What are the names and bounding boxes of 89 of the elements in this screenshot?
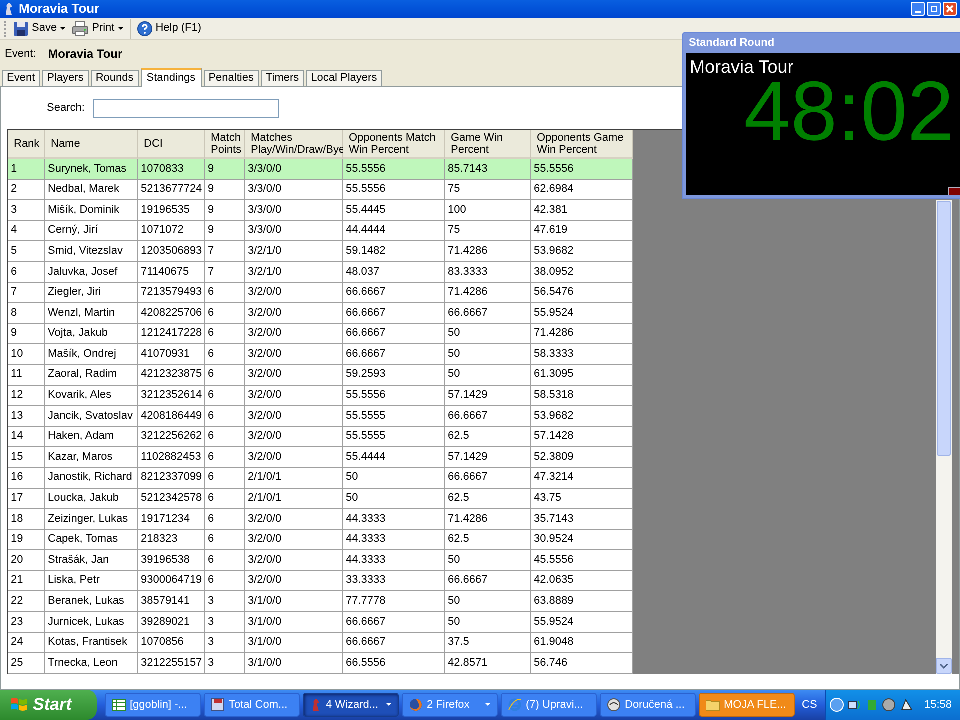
globe-icon [508,698,522,712]
table-row[interactable]: 17 Loucka, Jakub 5212342578 6 2/1/0/1 50 62.5 43.75 [8,488,633,510]
table-row[interactable]: 22 Beranek, Lukas 38579141 3 3/1/0/0 77.7778 50 63.8889 [8,591,633,612]
table-cell: Trnecka, Leon [45,653,138,674]
table-row[interactable]: 25 Trnecka, Leon 3212255157 3 3/1/0/0 66.5556 42.8571 56.746 [8,653,633,674]
event-label: Event: [5,46,36,62]
knight-icon [3,2,15,16]
mail-icon [607,698,621,712]
knight-icon [310,698,322,712]
table-row[interactable]: 1 Surynek, Tomas 1070833 9 3/3/0/0 55.5556 85.7143 55.5556 [8,159,633,180]
floppy-icon [13,20,29,36]
table-row[interactable]: 14 Haken, Adam 3212256262 6 3/2/0/0 55.5555 62.5 57.1428 [8,426,633,448]
table-cell: 3 [205,653,245,674]
tab[interactable]: Players [42,70,89,86]
column-header[interactable]: Opponents Game Win Percent [531,130,633,159]
restore-button[interactable] [927,2,941,16]
globe-icon [409,698,423,712]
column-header[interactable]: DCI [138,130,205,159]
table-cell: 42.8571 [445,653,531,674]
table-row[interactable]: 7 Ziegler, Jiri 7213579493 6 3/2/0/0 66.6667 71.4286 56.5476 [8,282,633,304]
toolbar-grip[interactable] [4,20,7,36]
search-field[interactable] [92,98,279,118]
table-row[interactable]: 10 Mašík, Ondrej 41070931 6 3/2/0/0 66.6667 50 58.3333 [8,344,633,365]
table-row[interactable]: 24 Kotas, Frantisek 1070856 3 3/1/0/0 66.6667 37.5 61.9048 [8,632,633,654]
spreadsheet-icon [112,699,126,711]
timer-countdown: 48:02 [744,79,954,143]
timer-event-name: Moravia Tour [690,56,794,79]
floppy-icon [211,698,225,712]
table-row[interactable]: 2 Nedbal, Marek 5213677724 9 3/3/0/0 55.5556 75 62.6984 [8,180,633,200]
column-header[interactable]: Match Points [205,130,245,159]
network-icon[interactable] [848,698,862,712]
table-row[interactable]: 4 Cerný, Jirí 1071072 9 3/3/0/0 44.4444 75 47.619 [8,220,633,242]
event-name: Moravia Tour [48,46,123,63]
table-row[interactable]: 13 Jancik, Svatoslav 4208186449 6 3/2/0/0 55.5555 66.6667 53.9682 [8,406,633,427]
scroll-thumb[interactable] [937,201,951,456]
taskbar-button[interactable]: Total Com... [204,693,300,717]
vertical-scrollbar[interactable] [936,200,952,674]
tab[interactable]: Timers [260,70,304,86]
table-row[interactable]: 21 Liska, Petr 9300064719 6 3/2/0/0 33.3333 66.6667 42.0635 [8,570,633,592]
table-cell: 3/1/0/0 [245,653,343,674]
table-cell: 66.5556 [343,653,445,674]
tab[interactable]: Rounds [90,70,139,86]
table-cell: 3212255157 [138,653,205,674]
window-title: Moravia Tour [19,0,100,18]
taskbar-button[interactable]: 2 Firefox [402,693,498,717]
tab[interactable]: Event [2,70,40,86]
table-row[interactable]: 18 Zeizinger, Lukas 19171234 6 3/2/0/0 44.3333 71.4286 35.7143 [8,509,633,530]
help-button[interactable]: Help (F1) [130,18,202,38]
table-row[interactable]: 15 Kazar, Maros 1102882453 6 3/2/0/0 55.4444 57.1429 52.3809 [8,447,633,468]
taskbar-button[interactable]: (7) Upravi... [501,693,597,717]
table-row[interactable]: 6 Jaluvka, Josef 71140675 7 3/2/1/0 48.037 83.3333 38.0952 [8,262,633,283]
tab[interactable]: Penalties [204,70,259,86]
expand-tray-icon[interactable] [830,698,844,712]
clock: 15:58 [924,698,952,713]
taskbar-button[interactable]: Doručená ... [600,693,696,717]
table-cell: 25 [8,653,45,674]
search-label: Search: [47,100,85,116]
table-row[interactable]: 19 Capek, Tomas 218323 6 3/2/0/0 44.3333 62.5 30.9524 [8,530,633,550]
table-row[interactable]: 11 Zaoral, Radim 4212323875 6 3/2/0/0 59.2593 50 61.3095 [8,364,633,386]
language-indicator[interactable]: CS [802,696,818,714]
table-row[interactable]: 20 Strašák, Jan 39196538 6 3/2/0/0 44.3333 50 45.5556 [8,550,633,571]
tab[interactable]: Standings [140,68,202,87]
close-button[interactable] [943,2,957,16]
table-row[interactable]: 5 Smid, Vitezslav 1203506893 7 3/2/1/0 59.1482 71.4286 53.9682 [8,241,633,262]
windows-logo-icon [10,697,28,713]
print-button[interactable]: Print [72,18,124,38]
timer-window-title: Standard Round [689,36,775,51]
folder-icon [706,699,720,711]
taskbar-button[interactable]: 4 Wizard... [303,693,399,717]
taskbar-button[interactable]: [ggoblin] -... [105,693,201,717]
column-header[interactable]: Name [45,130,138,159]
tab[interactable]: Local Players [306,70,382,86]
table-row[interactable]: 12 Kovarik, Ales 3212352614 6 3/2/0/0 55.5556 57.1429 58.5318 [8,386,633,406]
column-header[interactable]: Opponents Match Win Percent [343,130,445,159]
minimize-button[interactable] [911,2,925,16]
table-row[interactable]: 9 Vojta, Jakub 1212417228 6 3/2/0/0 66.6667 50 71.4286 [8,324,633,344]
table-row[interactable]: 8 Wenzl, Martin 4208225706 6 3/2/0/0 66.6667 66.6667 55.9524 [8,303,633,324]
help-icon [136,20,153,36]
column-header[interactable]: Rank [8,130,45,159]
tray-app-icon[interactable] [900,698,914,712]
table-row[interactable]: 23 Jurnicek, Lukas 39289021 3 3/1/0/0 66.6667 50 55.9524 [8,612,633,633]
table-row[interactable]: 3 Mišík, Dominik 19196535 9 3/3/0/0 55.4445 100 42.381 [8,200,633,221]
table-cell: 56.746 [531,653,633,674]
scroll-down-button[interactable] [936,658,952,674]
column-header[interactable]: Game Win Percent [445,130,531,159]
table-row[interactable]: 16 Janostik, Richard 8212337099 6 2/1/0/1 50 66.6667 47.3214 [8,468,633,488]
save-button[interactable]: Save [13,18,66,38]
printer-icon [72,20,90,36]
column-header[interactable]: Matches Play/Win/Draw/Bye [245,130,343,159]
